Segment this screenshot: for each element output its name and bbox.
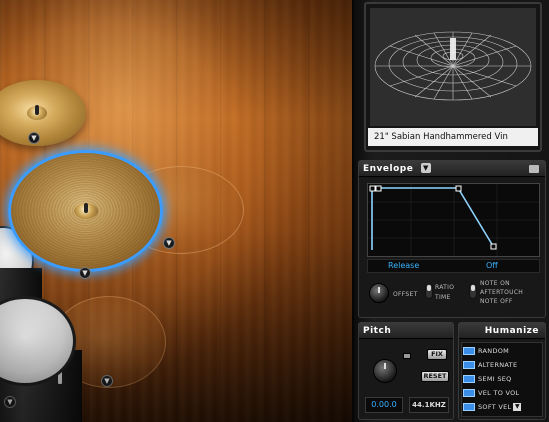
trigger-mode-switch[interactable]	[469, 283, 477, 299]
envelope-header: Envelope ▼	[359, 161, 545, 177]
pitch-section: Pitch FIX RESET 0.00.0 44.1KHZ	[358, 322, 454, 420]
time-label: TIME	[435, 294, 451, 301]
reset-button[interactable]: RESET	[421, 371, 449, 382]
envelope-param-label: Release	[388, 261, 420, 270]
envelope-param-bar[interactable]: Release Off	[367, 259, 540, 273]
instrument-panel: 21" Sabian Handhammered Vin Envelope ▼ R…	[352, 0, 549, 422]
aftertouch-label: AFTERTOUCH	[480, 289, 524, 296]
cymbal-menu-arrow-icon[interactable]: ▼	[163, 237, 175, 249]
envelope-node[interactable]	[369, 185, 376, 192]
envelope-node[interactable]	[490, 243, 497, 250]
checkbox-icon[interactable]	[463, 403, 475, 411]
envelope-node[interactable]	[375, 185, 382, 192]
offset-label: OFFSET	[393, 291, 418, 298]
humanize-header: Humanize	[459, 323, 545, 339]
soft-vel-dropdown-icon[interactable]: ▼	[513, 403, 522, 411]
envelope-node[interactable]	[455, 185, 462, 192]
humanize-title: Humanize	[484, 326, 539, 336]
envelope-title: Envelope	[363, 164, 414, 174]
note-off-label: NOTE OFF	[480, 298, 513, 305]
cymbal-menu-arrow-icon[interactable]: ▼	[28, 132, 40, 144]
pitch-knob[interactable]	[373, 359, 397, 383]
checkbox-icon[interactable]	[463, 347, 475, 355]
cymbal-menu-arrow-icon[interactable]: ▼	[101, 375, 113, 387]
envelope-collapse-icon[interactable]	[529, 165, 539, 173]
envelope-menu-dropdown-icon[interactable]: ▼	[420, 162, 431, 173]
humanize-option-vel-to-vol[interactable]: VEL TO VOL	[463, 389, 519, 400]
ratio-time-switch[interactable]	[425, 283, 433, 299]
cymbal-stand-icon	[35, 105, 39, 115]
cymbal-wireframe-image	[370, 8, 536, 126]
envelope-graph[interactable]	[367, 183, 540, 257]
instrument-name-field[interactable]: 21" Sabian Handhammered Vin	[368, 128, 538, 146]
checkbox-icon[interactable]	[463, 361, 475, 369]
humanize-section: Humanize RANDOM ALTERNATE SEMI SEQ VEL T…	[458, 322, 546, 420]
note-on-label: NOTE ON	[480, 280, 510, 287]
humanize-option-soft-vel[interactable]: SOFT VEL ▼	[463, 403, 522, 414]
pitch-indicator	[403, 353, 411, 359]
cymbal-menu-arrow-icon[interactable]: ▼	[79, 267, 91, 279]
fix-button[interactable]: FIX	[427, 349, 447, 360]
checkbox-icon[interactable]	[463, 375, 475, 383]
pitch-header: Pitch	[359, 323, 453, 339]
checkbox-icon[interactable]	[463, 389, 475, 397]
drum-menu-arrow-icon[interactable]: ▼	[4, 396, 16, 408]
selected-ride-cymbal[interactable]: ▼	[8, 150, 163, 279]
offset-knob[interactable]	[369, 283, 389, 303]
crash-cymbal[interactable]: ▼	[0, 80, 86, 146]
envelope-section: Envelope ▼ Release Off OFFSET RATIO TIME…	[358, 160, 546, 318]
envelope-param-value[interactable]: Off	[486, 260, 498, 272]
cymbal-stand-icon	[83, 203, 88, 213]
instrument-preview: 21" Sabian Handhammered Vin	[364, 2, 542, 152]
pitch-title: Pitch	[363, 326, 392, 336]
drum-kit-stage: ▼ ▼ ▼ ▼ ▼	[0, 0, 352, 422]
sample-rate-display: 44.1KHZ	[409, 397, 449, 413]
humanize-option-random[interactable]: RANDOM	[463, 347, 509, 358]
pitch-value-display[interactable]: 0.00.0	[365, 397, 403, 413]
ratio-label: RATIO	[435, 284, 455, 291]
humanize-option-semi-seq[interactable]: SEMI SEQ	[463, 375, 512, 386]
humanize-option-alternate[interactable]: ALTERNATE	[463, 361, 517, 372]
